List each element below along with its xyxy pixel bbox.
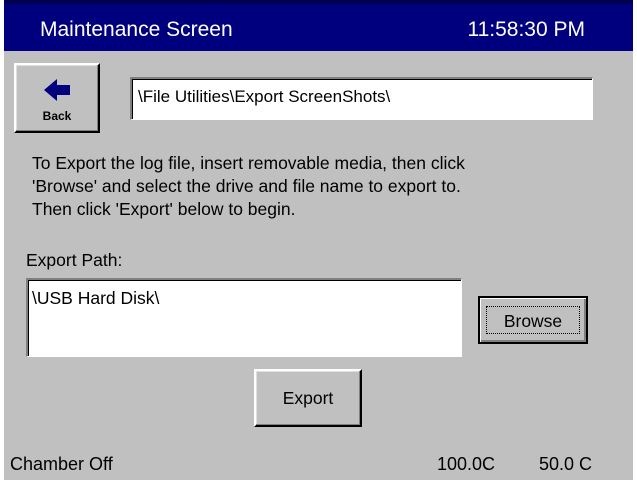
- browse-label: Browse: [486, 306, 580, 334]
- title-bar: Maintenance Screen 11:58:30 PM: [4, 0, 633, 51]
- back-button[interactable]: Back: [14, 63, 100, 133]
- screen-title: Maintenance Screen: [40, 18, 233, 41]
- setpoint-readout: 50.0 C: [539, 454, 593, 474]
- chamber-status: Chamber Off: [10, 454, 113, 474]
- back-label: Back: [42, 109, 72, 123]
- left-arrow-icon: [44, 79, 70, 101]
- clock-time: 11:58:30 PM: [467, 18, 585, 41]
- export-path-label: Export Path:: [26, 250, 123, 270]
- export-button[interactable]: Export: [254, 369, 362, 427]
- instruction-line: 'Browse' and select the drive and file n…: [32, 176, 461, 196]
- instruction-line: Then click 'Export' below to begin.: [32, 199, 296, 219]
- browse-button[interactable]: Browse: [478, 296, 588, 344]
- current-path-display: \File Utilities\Export ScreenShots\: [130, 77, 593, 120]
- temperature-readout: 100.0C: [437, 454, 496, 474]
- export-path-field[interactable]: \USB Hard Disk\: [26, 278, 462, 357]
- maintenance-screen: Maintenance Screen 11:58:30 PM Back \Fil…: [4, 0, 633, 480]
- export-instructions: To Export the log file, insert removable…: [32, 152, 622, 221]
- instruction-line: To Export the log file, insert removable…: [32, 153, 465, 173]
